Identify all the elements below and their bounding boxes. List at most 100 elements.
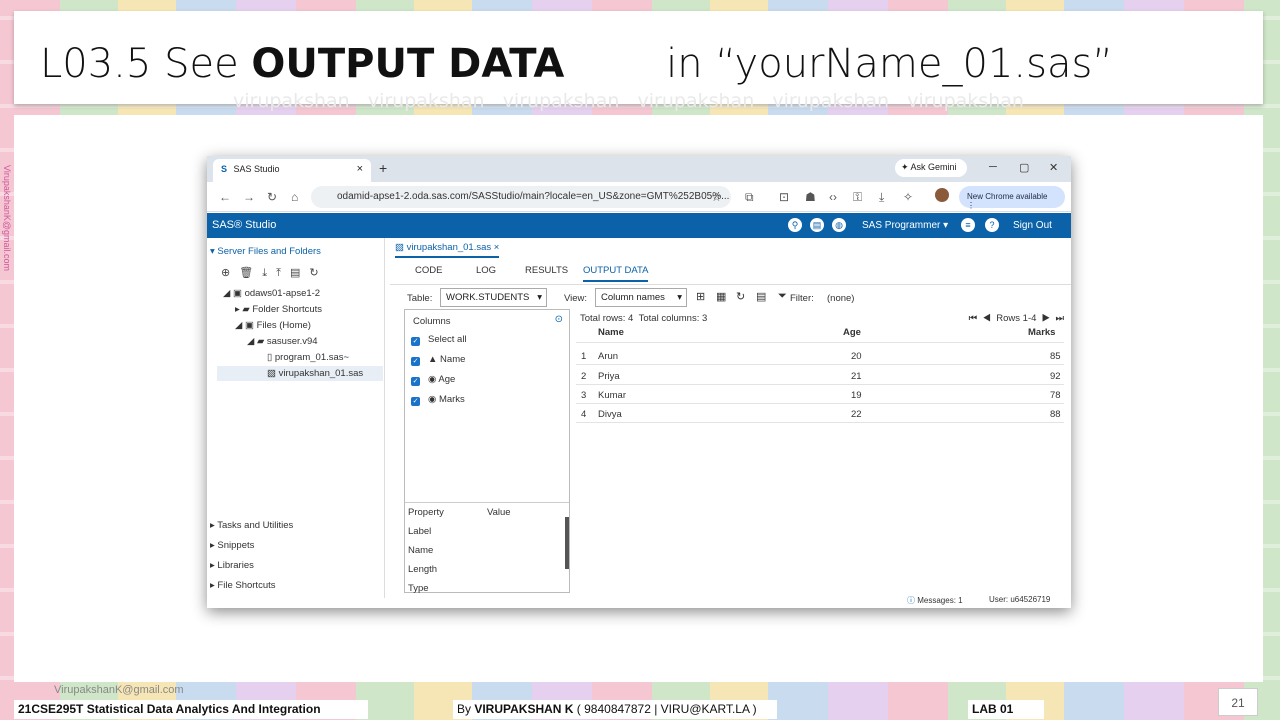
globe-icon[interactable]: ◍ <box>832 218 846 232</box>
maximize-icon[interactable]: ▢ <box>1019 161 1029 174</box>
upload-icon[interactable]: ⤒ <box>276 267 290 279</box>
prev-page-icon[interactable]: ◀ <box>983 313 991 324</box>
columns-settings-icon[interactable]: ⊙ <box>555 314 563 325</box>
table-select[interactable]: WORK.STUDENTS ▾ <box>440 288 547 307</box>
reload-icon[interactable]: ↻ <box>267 190 277 204</box>
lens-icon[interactable]: ⊡ <box>779 190 789 204</box>
column-name-checkbox[interactable]: ✓ ▲ Name <box>411 354 465 366</box>
header-marks[interactable]: Marks <box>1028 327 1055 338</box>
sign-out-link[interactable]: Sign Out <box>1013 220 1052 231</box>
extensions-icon[interactable]: ⧉ <box>745 190 754 205</box>
new-icon[interactable]: ⊕ <box>221 267 239 279</box>
section-file-shortcuts[interactable]: ▸ File Shortcuts <box>210 580 276 591</box>
cell-marks[interactable]: 78 <box>1050 390 1061 401</box>
tab-output-data[interactable]: OUTPUT DATA <box>583 265 649 282</box>
cell-marks[interactable]: 85 <box>1050 351 1061 362</box>
perspective-menu[interactable]: SAS Programmer ▾ <box>862 220 948 231</box>
tree-label: Files (Home) <box>256 320 311 331</box>
url-field[interactable]: odamid-apse1-2.oda.sas.com/SASStudio/mai… <box>311 186 731 208</box>
help-icon[interactable]: ? <box>985 218 999 232</box>
select-all-label: Select all <box>428 334 467 345</box>
tree-files-home[interactable]: ◢ ▣ Files (Home) <box>235 320 311 331</box>
header-name[interactable]: Name <box>598 327 624 338</box>
cell-age[interactable]: 22 <box>851 409 862 420</box>
home-icon[interactable]: ⌂ <box>291 190 298 204</box>
ask-gemini-button[interactable]: ✦ Ask Gemini <box>895 159 967 177</box>
view-select[interactable]: Column names ▾ <box>595 288 687 307</box>
column-label: Name <box>440 354 466 365</box>
refresh-icon[interactable]: ↻ <box>309 267 327 279</box>
column-label: Marks <box>438 394 465 405</box>
cell-age[interactable]: 19 <box>851 390 862 401</box>
cell-marks[interactable]: 92 <box>1050 371 1061 382</box>
first-page-icon[interactable]: ⏮ <box>969 313 978 324</box>
scrollbar-thumb[interactable] <box>565 517 569 569</box>
header-age[interactable]: Age <box>843 327 861 338</box>
tree-program-file[interactable]: ▯ program_01.sas~ <box>267 352 349 363</box>
download-file-icon[interactable]: ⤓ <box>262 267 276 279</box>
download-icon[interactable]: ⤓ <box>879 190 884 205</box>
file-toolbar: ⊕🗑⤓⤒▤↻ <box>221 266 328 280</box>
chrome-update-button[interactable]: New Chrome available ⋮ <box>959 186 1065 210</box>
table-icon[interactable]: ⊞ <box>696 290 705 303</box>
puzzle-icon[interactable]: ✧ <box>903 190 913 204</box>
section-tasks[interactable]: ▸ Tasks and Utilities <box>210 520 293 531</box>
column-age-checkbox[interactable]: ✓ ◉ Age <box>411 374 455 386</box>
forward-icon[interactable]: → <box>243 190 255 204</box>
title-bar: L03.5 See OUTPUT DATA in “yourName_01.sa… <box>14 11 1263 104</box>
incognito-icon[interactable]: ☗ <box>805 190 816 204</box>
messages-link[interactable]: ⓘ Messages: 1 <box>907 595 963 606</box>
browser-tab[interactable]: S SAS Studio × <box>213 159 371 182</box>
tab-log[interactable]: LOG <box>476 265 496 276</box>
checkbox-checked-icon: ✓ <box>411 397 420 406</box>
cell-name[interactable]: Kumar <box>598 390 626 401</box>
minimize-icon[interactable]: ─ <box>989 161 997 173</box>
last-page-icon[interactable]: ⏭ <box>1055 313 1064 324</box>
back-icon[interactable]: ← <box>219 190 231 204</box>
tab-results[interactable]: RESULTS <box>525 265 568 276</box>
next-page-icon[interactable]: ▶ <box>1042 313 1050 324</box>
refresh-data-icon[interactable]: ↻ <box>736 290 745 303</box>
cell-name[interactable]: Divya <box>598 409 622 420</box>
property-length: Length <box>408 564 438 575</box>
menu-icon[interactable]: ≡ <box>961 218 975 232</box>
column-marks-checkbox[interactable]: ✓ ◉ Marks <box>411 394 465 406</box>
new-tab-button[interactable]: + <box>379 160 387 176</box>
save-icon[interactable]: ▦ <box>716 290 726 303</box>
property-name: Name <box>408 545 434 556</box>
cell-name[interactable]: Priya <box>598 371 620 382</box>
section-label: Libraries <box>217 560 254 571</box>
server-files-header[interactable]: ▾ Server Files and Folders <box>210 246 321 257</box>
row-number: 2 <box>581 371 587 382</box>
filter-icon[interactable]: ⏷ <box>778 290 787 303</box>
print-icon[interactable]: ▤ <box>810 218 824 232</box>
cell-age[interactable]: 21 <box>851 371 862 382</box>
status-bar: ⓘ Messages: 1 User: u64526719 <box>207 595 1071 608</box>
row-divider <box>576 403 1064 404</box>
tree-server[interactable]: ◢ ▣ odaws01-apse1-2 <box>223 288 320 299</box>
close-tab-icon[interactable]: × <box>357 163 363 175</box>
key-icon[interactable]: ⚿ <box>853 190 862 205</box>
delete-icon[interactable]: 🗑 <box>239 267 262 279</box>
close-window-icon[interactable]: ✕ <box>1049 161 1058 174</box>
file-tab[interactable]: ▧ virupakshan_01.sas × <box>395 242 500 258</box>
section-snippets[interactable]: ▸ Snippets <box>210 540 254 551</box>
export-icon[interactable]: ▤ <box>756 290 766 303</box>
properties-icon[interactable]: ▤ <box>290 267 309 279</box>
search-icon[interactable]: ⚲ <box>788 218 802 232</box>
profile-avatar[interactable] <box>935 188 949 202</box>
cell-name[interactable]: Arun <box>598 351 618 362</box>
row-number: 3 <box>581 390 587 401</box>
tree-virupakshan-file[interactable]: ▧ virupakshan_01.sas <box>217 366 383 381</box>
bookmark-star-icon[interactable]: ☆ <box>711 190 722 204</box>
cell-age[interactable]: 20 <box>851 351 862 362</box>
code-icon[interactable]: ‹› <box>829 190 837 204</box>
info-icon: ⓘ <box>907 596 915 605</box>
cell-marks[interactable]: 88 <box>1050 409 1061 420</box>
view-value: Column names <box>601 292 665 303</box>
select-all-checkbox[interactable]: ✓ Select all <box>411 334 467 346</box>
tree-sasuser[interactable]: ◢ ▰ sasuser.v94 <box>247 336 318 347</box>
tab-code[interactable]: CODE <box>415 265 442 276</box>
section-libraries[interactable]: ▸ Libraries <box>210 560 254 571</box>
tree-folder-shortcuts[interactable]: ▸ ▰ Folder Shortcuts <box>235 304 322 315</box>
